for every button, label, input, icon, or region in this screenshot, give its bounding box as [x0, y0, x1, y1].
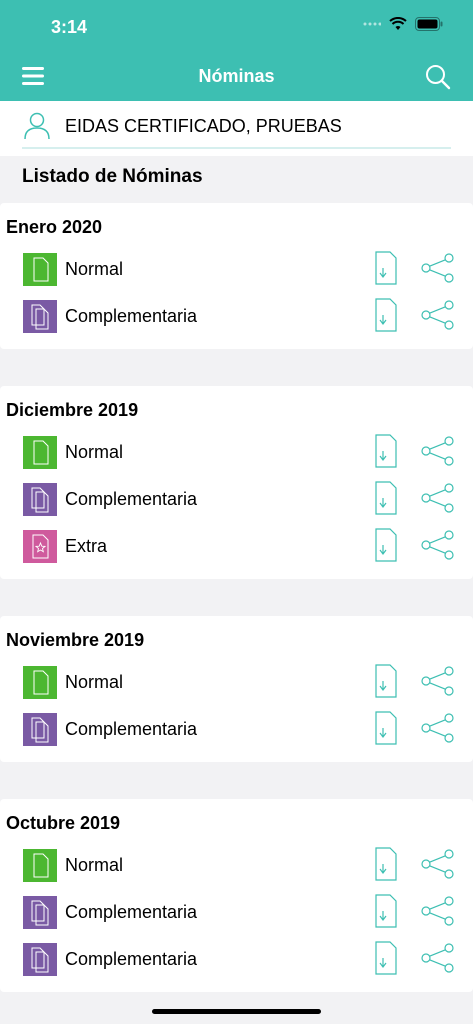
share-button[interactable]: [420, 943, 455, 973]
divider: [22, 147, 451, 149]
user-icon: [24, 112, 50, 140]
payroll-item[interactable]: Complementaria: [0, 476, 473, 523]
download-button[interactable]: [374, 711, 398, 746]
file-icon: [23, 436, 57, 469]
month-title: Diciembre 2019: [6, 400, 139, 420]
payroll-item-label: Complementaria: [65, 489, 198, 509]
share-icon: [420, 849, 455, 879]
files-icon: [23, 300, 57, 333]
download-icon: [374, 664, 398, 699]
share-button[interactable]: [420, 300, 455, 330]
files-icon: [23, 713, 57, 746]
download-icon: [374, 481, 398, 516]
share-icon: [420, 436, 455, 466]
list-title: Listado de Nóminas: [22, 166, 203, 187]
share-icon: [420, 666, 455, 696]
payroll-item[interactable]: Normal: [0, 429, 473, 476]
month-title: Noviembre 2019: [6, 630, 145, 650]
download-button[interactable]: [374, 528, 398, 563]
month-title: Octubre 2019: [6, 813, 121, 833]
payroll-item[interactable]: Complementaria: [0, 936, 473, 983]
month-section: Enero 2020 Normal Complementaria: [0, 203, 473, 349]
user-row[interactable]: EIDAS CERTIFICADO, PRUEBAS: [0, 101, 473, 156]
download-button[interactable]: [374, 894, 398, 929]
payroll-item-label: Complementaria: [65, 306, 198, 326]
status-icons: [363, 17, 443, 31]
share-button[interactable]: [420, 253, 455, 283]
user-name: EIDAS CERTIFICADO, PRUEBAS: [65, 116, 342, 136]
search-icon: [426, 65, 451, 90]
payroll-item-label: Complementaria: [65, 719, 198, 739]
payroll-item-label: Complementaria: [65, 949, 198, 969]
download-button[interactable]: [374, 481, 398, 516]
share-button[interactable]: [420, 896, 455, 926]
file-icon: [23, 666, 57, 699]
files-icon: [23, 483, 57, 516]
download-icon: [374, 711, 398, 746]
share-icon: [420, 530, 455, 560]
payroll-item-label: Extra: [65, 536, 108, 556]
files-icon: [23, 896, 57, 929]
share-icon: [420, 896, 455, 926]
payroll-item-label: Normal: [65, 672, 124, 692]
files-icon: [23, 943, 57, 976]
download-icon: [374, 847, 398, 882]
wifi-icon: [389, 17, 407, 30]
home-indicator[interactable]: [152, 1009, 321, 1014]
download-icon: [374, 941, 398, 976]
page-title: Nóminas: [198, 66, 275, 86]
share-icon: [420, 713, 455, 743]
month-title: Enero 2020: [6, 217, 103, 237]
payroll-item[interactable]: Normal: [0, 246, 473, 293]
download-button[interactable]: [374, 298, 398, 333]
month-section: Octubre 2019 Normal Complementaria Compleme…: [0, 799, 473, 992]
share-button[interactable]: [420, 713, 455, 743]
payroll-item[interactable]: Normal: [0, 659, 473, 706]
download-button[interactable]: [374, 434, 398, 469]
month-section: Noviembre 2019 Normal Complementaria: [0, 616, 473, 762]
share-icon: [420, 483, 455, 513]
download-icon: [374, 298, 398, 333]
payroll-item[interactable]: Complementaria: [0, 889, 473, 936]
file-icon: [23, 849, 57, 882]
app-header: 3:14 Nóminas: [0, 0, 473, 101]
file-icon: [23, 253, 57, 286]
share-button[interactable]: [420, 483, 455, 513]
download-icon: [374, 251, 398, 286]
share-icon: [420, 253, 455, 283]
download-icon: [374, 434, 398, 469]
signal-icon: [363, 22, 381, 26]
download-icon: [374, 528, 398, 563]
payroll-item-label: Normal: [65, 442, 124, 462]
download-icon: [374, 894, 398, 929]
payroll-item-label: Normal: [65, 259, 124, 279]
share-button[interactable]: [420, 849, 455, 879]
payroll-item[interactable]: Complementaria: [0, 293, 473, 340]
star-file-icon: [23, 530, 57, 563]
download-button[interactable]: [374, 664, 398, 699]
download-button[interactable]: [374, 941, 398, 976]
share-button[interactable]: [420, 436, 455, 466]
share-button[interactable]: [420, 666, 455, 696]
share-icon: [420, 300, 455, 330]
status-time: 3:14: [51, 17, 88, 37]
payroll-item[interactable]: Extra: [0, 523, 473, 570]
payroll-item-label: Normal: [65, 855, 124, 875]
payroll-item[interactable]: Normal: [0, 842, 473, 889]
payroll-item[interactable]: Complementaria: [0, 706, 473, 753]
download-button[interactable]: [374, 847, 398, 882]
download-button[interactable]: [374, 251, 398, 286]
search-button[interactable]: [425, 64, 451, 90]
share-icon: [420, 943, 455, 973]
month-section: Diciembre 2019 Normal Complementaria Extra: [0, 386, 473, 579]
payroll-item-label: Complementaria: [65, 902, 198, 922]
battery-icon: [415, 17, 443, 31]
share-button[interactable]: [420, 530, 455, 560]
